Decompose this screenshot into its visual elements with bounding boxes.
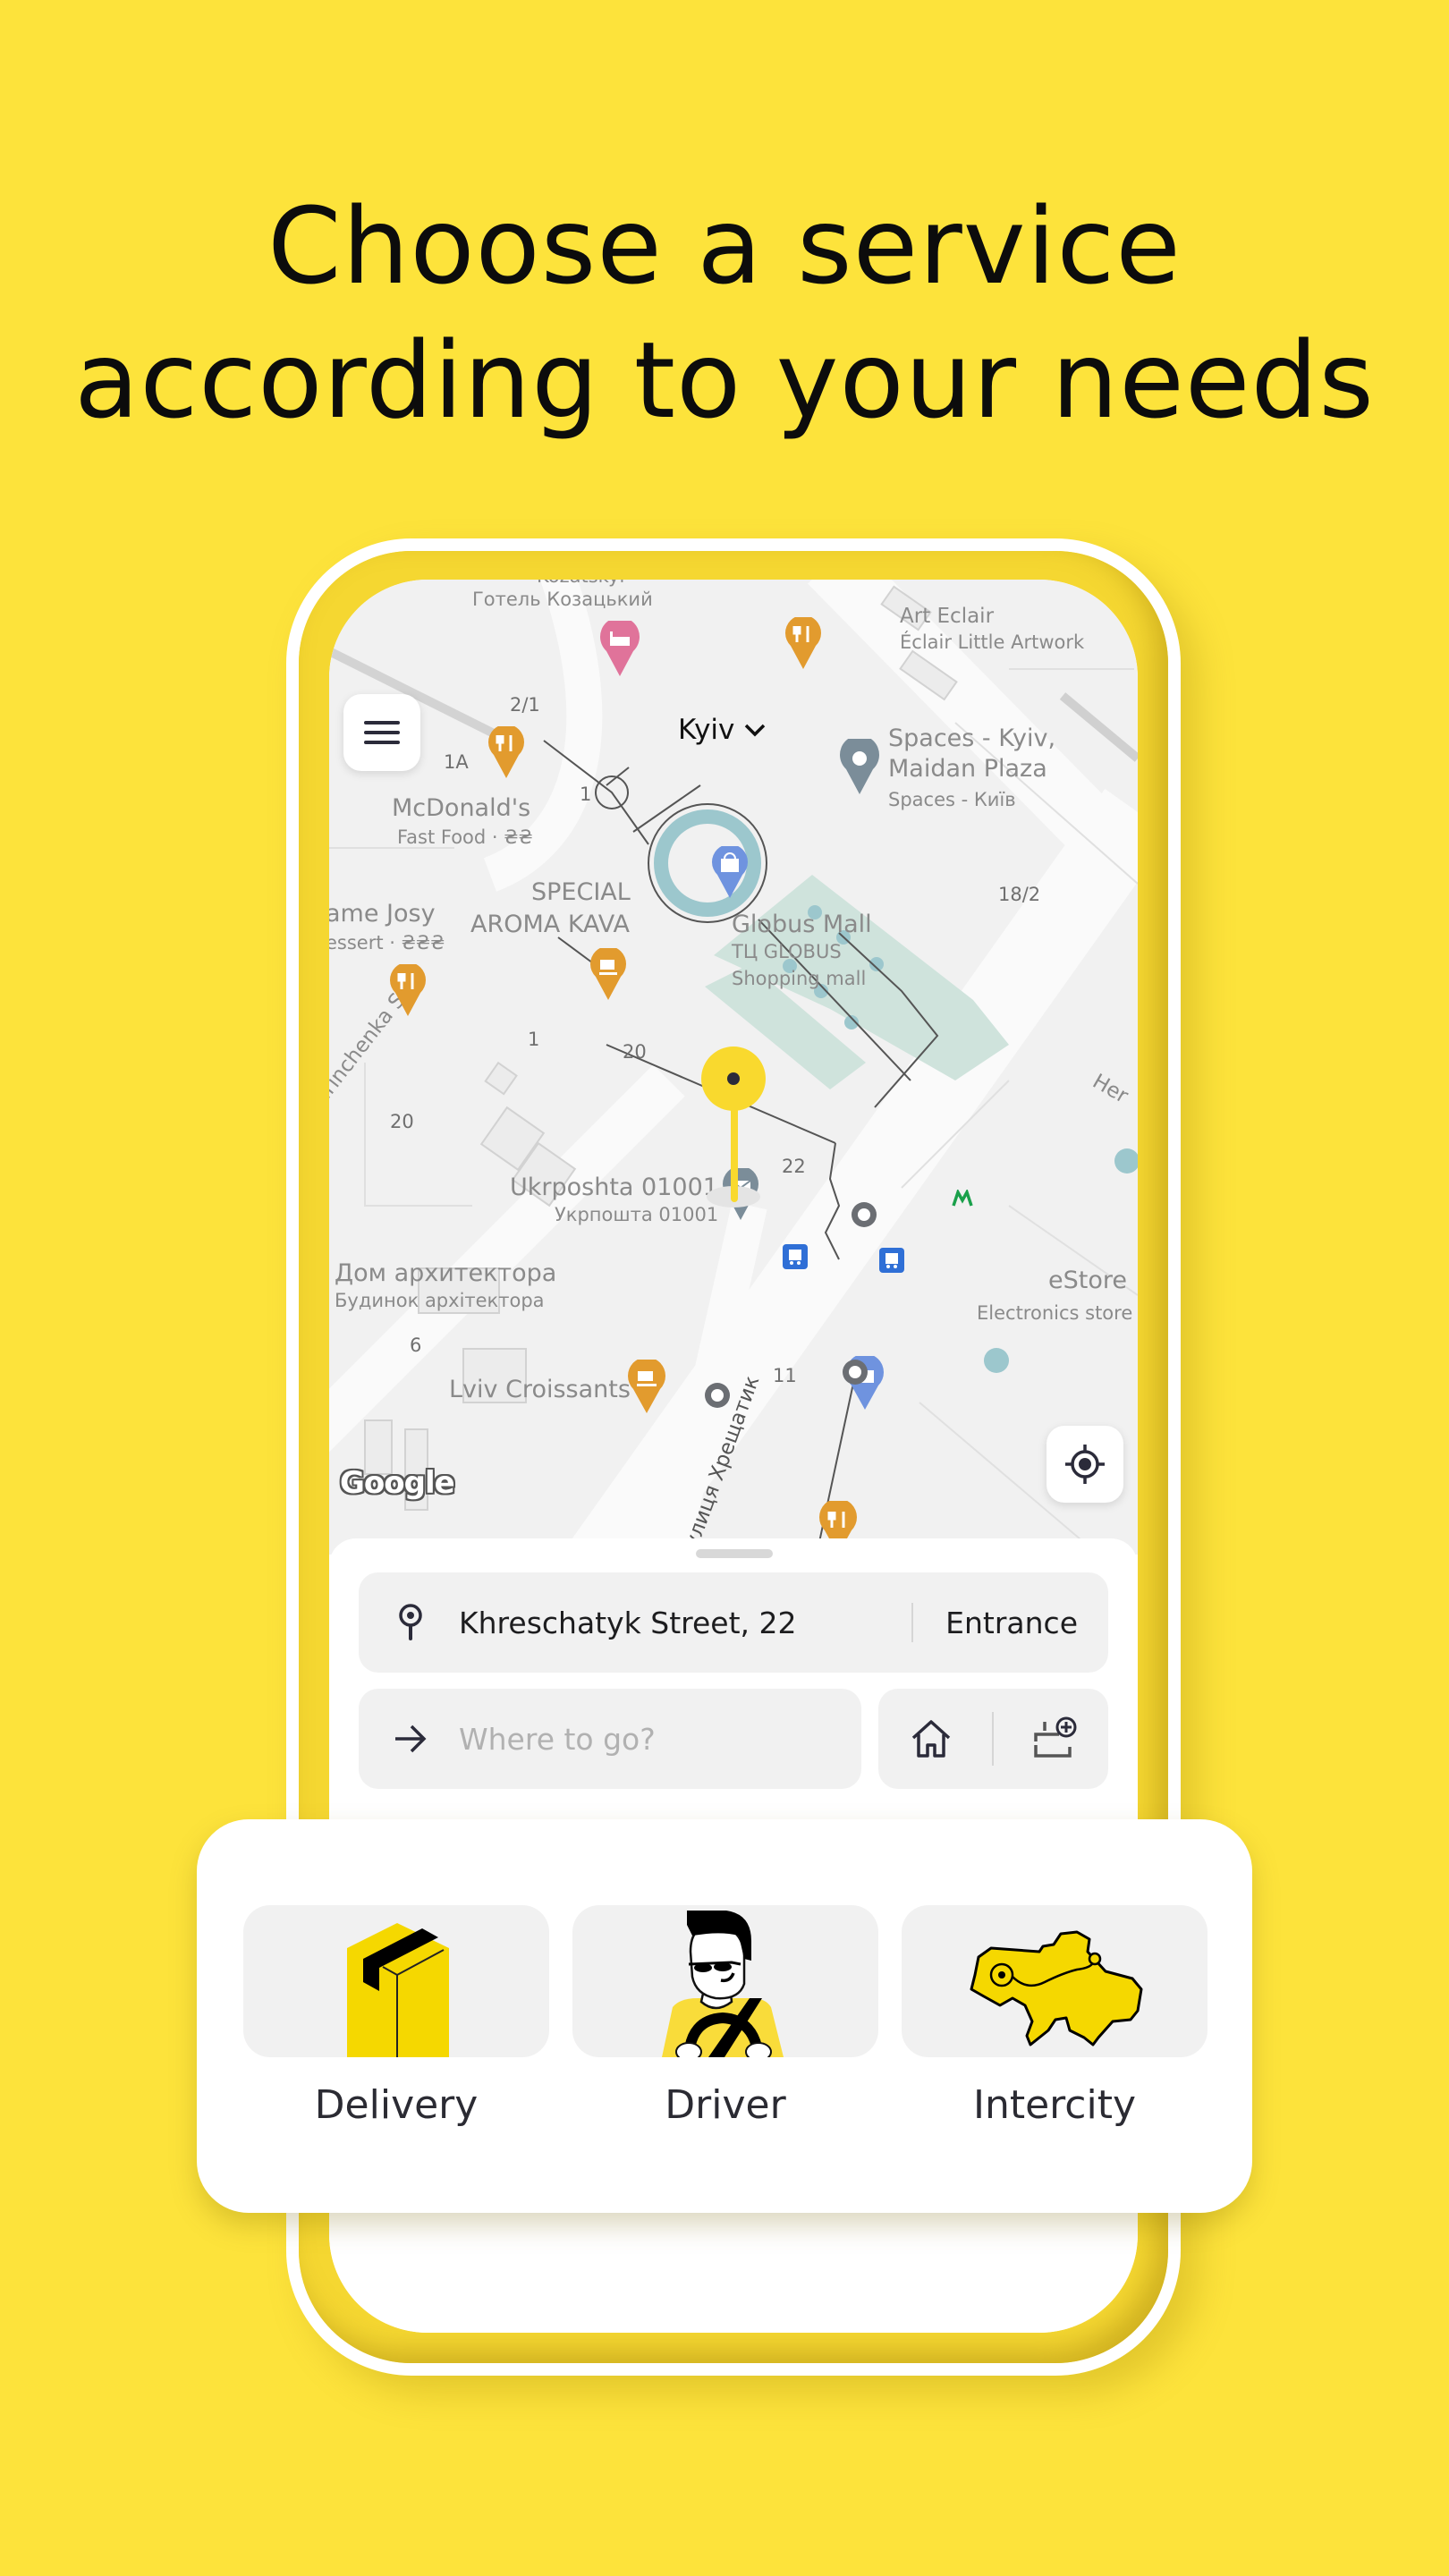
map-label: Fast Food · ₴₴ <box>397 826 533 848</box>
service-tile[interactable] <box>572 1905 878 2057</box>
transit-stop-icon[interactable] <box>837 1354 873 1390</box>
menu-button[interactable] <box>343 694 420 771</box>
sheet-drag-handle[interactable] <box>696 1549 773 1558</box>
map-label: Ukrposhta 01001 <box>510 1174 718 1201</box>
map-label: essert · ₴₴₴ <box>329 932 445 953</box>
bus-stop-icon[interactable] <box>782 1243 809 1270</box>
map-label: Electronics store <box>977 1302 1133 1324</box>
headline: Choose a service according to your needs <box>0 179 1449 447</box>
cafe-pin-icon[interactable] <box>626 1360 667 1415</box>
home-shortcut-button[interactable] <box>886 1689 976 1789</box>
delivery-box-icon <box>347 1923 449 2057</box>
add-address-icon <box>1034 1716 1077 1758</box>
pickup-pin-icon <box>399 1604 422 1640</box>
map-label: 20 <box>623 1041 647 1063</box>
city-name: Kyiv <box>678 714 735 746</box>
map-label: 1 <box>580 784 592 805</box>
entrance-button[interactable]: Entrance <box>913 1606 1108 1640</box>
map-label: Lviv Croissants <box>449 1376 631 1403</box>
service-tile[interactable] <box>243 1905 549 2057</box>
destination-placeholder: Where to go? <box>459 1721 656 1757</box>
map-label: eStore <box>1048 1267 1127 1294</box>
ukraine-map-icon <box>970 1930 1143 2046</box>
restaurant-pin-icon[interactable] <box>784 617 823 671</box>
map-label: 2/1 <box>510 694 540 716</box>
map-label: AROMA KAVA <box>470 911 631 938</box>
service-label: Delivery <box>314 2082 479 2128</box>
google-attribution: Google <box>340 1465 455 1501</box>
map-label: Art Eclair <box>900 605 995 628</box>
my-location-icon <box>1065 1445 1105 1484</box>
map-label: 18/2 <box>998 884 1041 905</box>
my-location-button[interactable] <box>1046 1426 1123 1503</box>
services-card: Delivery Driver Intercity <box>197 1819 1252 2213</box>
map-label: 1 <box>528 1029 540 1050</box>
pickup-address: Khreschatyk Street, 22 <box>459 1605 797 1640</box>
map-label: 11 <box>773 1365 797 1386</box>
map-label: 20 <box>390 1111 414 1132</box>
map-label: Spaces - Kyiv, <box>888 724 1056 752</box>
transit-stop-icon[interactable] <box>846 1197 882 1233</box>
hotel-pin-icon[interactable] <box>597 621 642 678</box>
map-label: Maidan Plaza <box>888 755 1047 783</box>
bus-stop-icon[interactable] <box>878 1247 905 1274</box>
place-pin-icon[interactable] <box>837 739 882 796</box>
destination-field[interactable]: Where to go? <box>359 1689 861 1789</box>
service-delivery[interactable]: Delivery <box>243 1905 549 2128</box>
driver-icon <box>662 1911 784 2057</box>
transit-stop-icon[interactable] <box>699 1377 735 1413</box>
map-label: 1A <box>444 751 469 773</box>
shopping-pin-icon[interactable] <box>710 846 750 900</box>
address-shortcuts <box>878 1689 1108 1789</box>
service-driver[interactable]: Driver <box>572 1905 878 2128</box>
service-label: Driver <box>665 2082 786 2128</box>
map-view[interactable]: Kozatskyi Готель Козацький Art Eclair Éc… <box>329 580 1138 1555</box>
map-label: McDonald's <box>392 794 531 822</box>
cafe-pin-icon[interactable] <box>589 948 628 1002</box>
map-label: Globus Mall <box>732 911 872 938</box>
map-label: Готель Козацький <box>472 589 653 610</box>
map-label: Укрпошта 01001 <box>555 1204 719 1225</box>
restaurant-pin-icon[interactable] <box>487 726 526 780</box>
map-label: Будинок архітектора <box>335 1290 545 1311</box>
map-label: 6 <box>410 1335 422 1356</box>
chevron-down-icon <box>745 724 766 737</box>
map-label: Shopping mall <box>732 968 867 989</box>
map-label: SPECIAL <box>531 878 631 906</box>
map-label: Дом архитектора <box>335 1259 557 1287</box>
city-selector[interactable]: Kyiv <box>678 714 767 746</box>
headline-line-2: according to your needs <box>74 318 1375 442</box>
headline-line-1: Choose a service <box>267 184 1182 308</box>
service-label: Intercity <box>972 2082 1136 2128</box>
map-label: ТЦ GLOBUS <box>732 941 842 962</box>
service-intercity[interactable]: Intercity <box>902 1905 1208 2128</box>
hamburger-menu-icon <box>364 721 400 744</box>
metro-icon[interactable] <box>952 1190 973 1208</box>
service-tile[interactable] <box>902 1905 1208 2057</box>
arrow-right-icon <box>395 1724 427 1753</box>
home-icon <box>911 1720 951 1758</box>
restaurant-pin-icon[interactable] <box>388 964 428 1018</box>
map-label: Spaces - Київ <box>888 789 1016 810</box>
add-address-button[interactable] <box>1011 1689 1100 1789</box>
map-label: Kozatskyi <box>537 580 624 587</box>
map-label: Éclair Little Artwork <box>900 631 1085 653</box>
pickup-location-pin-icon[interactable] <box>696 1045 771 1215</box>
map-label: ame Josy <box>329 900 436 928</box>
map-label: 22 <box>782 1156 806 1177</box>
pickup-field[interactable]: Khreschatyk Street, 22 Entrance <box>359 1572 1108 1673</box>
divider <box>992 1712 995 1766</box>
